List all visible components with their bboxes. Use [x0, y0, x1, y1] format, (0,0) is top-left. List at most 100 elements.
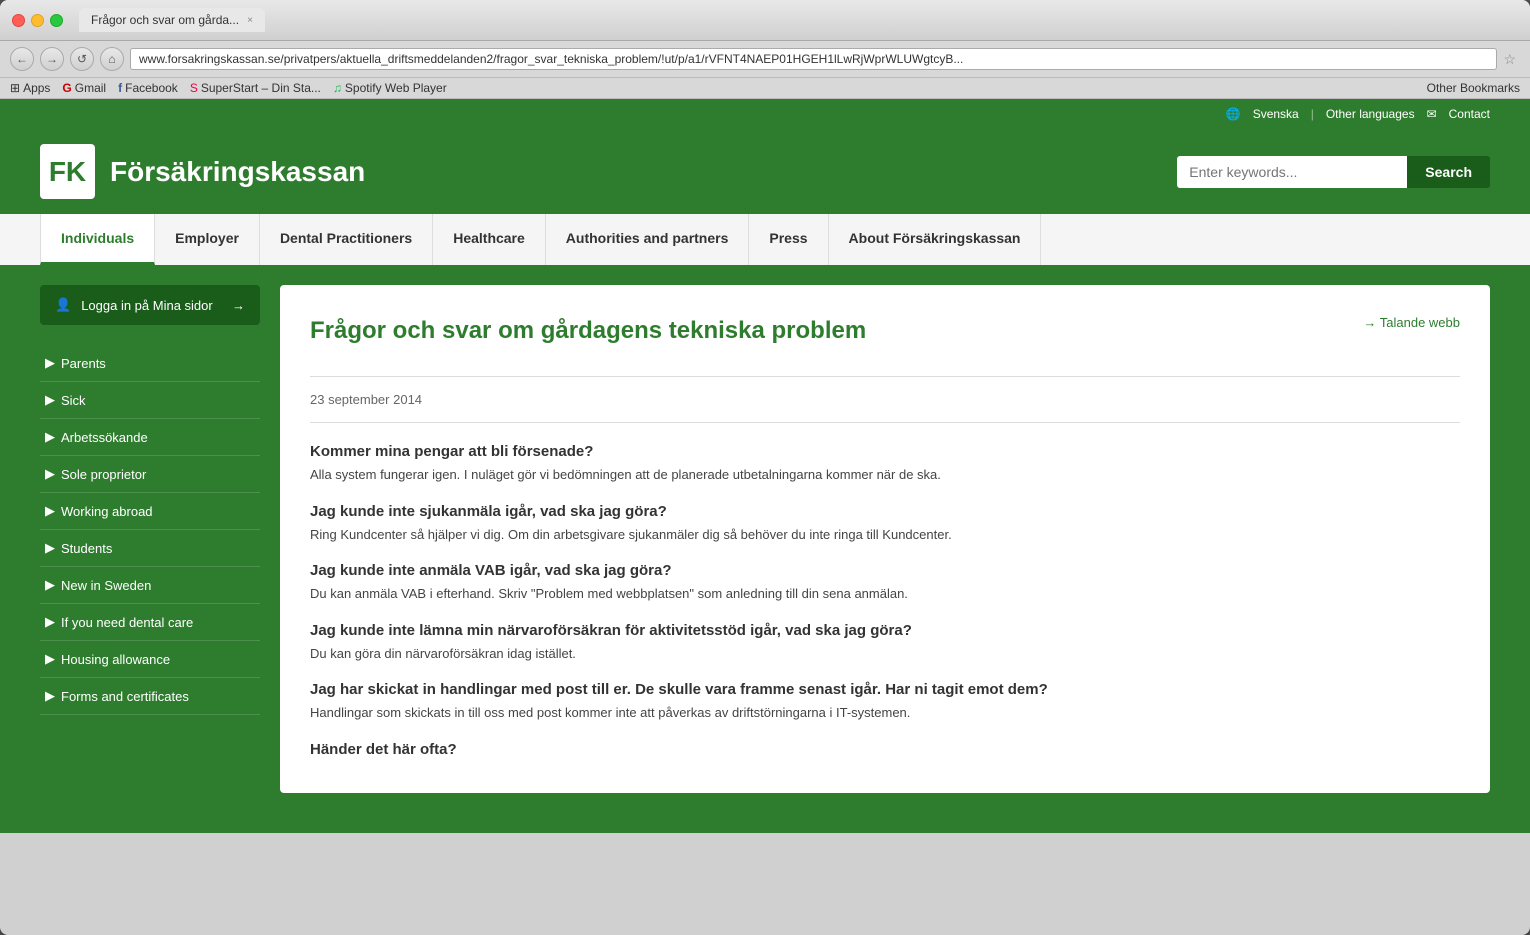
tab-close-button[interactable]: ×: [247, 15, 253, 26]
other-bookmarks-label: Other Bookmarks: [1427, 81, 1520, 95]
chevron-right-icon: ▶: [45, 355, 55, 371]
sidebar-item-working-abroad[interactable]: ▶ Working abroad: [40, 493, 260, 530]
sidebar-item-parents-label: Parents: [61, 356, 106, 371]
sidebar-item-dental-label: If you need dental care: [61, 615, 193, 630]
chevron-right-icon: ▶: [45, 503, 55, 519]
sidebar-item-arbetssokande-label: Arbetssökande: [61, 430, 148, 445]
chevron-right-icon: ▶: [45, 688, 55, 704]
top-bar: 🌐 Svenska | Other languages ✉ Contact: [0, 99, 1530, 129]
login-icon: 👤: [55, 297, 71, 313]
faq-answer-2: Ring Kundcenter så hjälper vi dig. Om di…: [310, 525, 1460, 545]
site-title[interactable]: Försäkringskassan: [110, 156, 365, 188]
bookmark-star-icon[interactable]: ☆: [1503, 51, 1516, 68]
content-wrapper: 👤 Logga in på Mina sidor → ▶ Parents ▶ S…: [0, 265, 1530, 833]
tab-title: Frågor och svar om gårda...: [91, 13, 239, 27]
nav-item-healthcare[interactable]: Healthcare: [433, 214, 546, 265]
search-area: Search: [1177, 156, 1490, 188]
refresh-button[interactable]: ↺: [70, 47, 94, 71]
sidebar-item-sole-proprietor[interactable]: ▶ Sole proprietor: [40, 456, 260, 493]
sidebar-item-arbetssokande[interactable]: ▶ Arbetssökande: [40, 419, 260, 456]
sidebar-item-dental[interactable]: ▶ If you need dental care: [40, 604, 260, 641]
svenska-link[interactable]: Svenska: [1253, 107, 1299, 121]
bookmark-superstart[interactable]: S SuperStart – Din Sta...: [190, 81, 321, 95]
faq-question-2: Jag kunde inte sjukanmäla igår, vad ska …: [310, 503, 1460, 520]
email-icon: ✉: [1427, 107, 1437, 121]
chevron-right-icon: ▶: [45, 577, 55, 593]
faq-question-4: Jag kunde inte lämna min närvaroförsäkra…: [310, 622, 1460, 639]
login-label: Logga in på Mina sidor: [81, 298, 213, 313]
other-bookmarks[interactable]: Other Bookmarks: [1427, 81, 1520, 95]
sidebar-item-students-label: Students: [61, 541, 112, 556]
chevron-right-icon: ▶: [45, 614, 55, 630]
facebook-icon: f: [118, 81, 122, 95]
tab-bar: Frågor och svar om gårda... ×: [79, 8, 1518, 32]
logo-text: FK: [49, 156, 86, 188]
globe-icon: 🌐: [1226, 107, 1241, 121]
chevron-right-icon: ▶: [45, 540, 55, 556]
chevron-right-icon: ▶: [45, 466, 55, 482]
address-bar[interactable]: www.forsakringskassan.se/privatpers/aktu…: [130, 48, 1497, 70]
logo-box: FK: [40, 144, 95, 199]
faq-question-5: Jag har skickat in handlingar med post t…: [310, 681, 1460, 698]
active-tab[interactable]: Frågor och svar om gårda... ×: [79, 8, 265, 32]
nav-item-press[interactable]: Press: [749, 214, 828, 265]
sidebar-item-parents[interactable]: ▶ Parents: [40, 345, 260, 382]
faq-answer-1: Alla system fungerar igen. I nuläget gör…: [310, 465, 1460, 485]
faq-answer-5: Handlingar som skickats in till oss med …: [310, 703, 1460, 723]
apps-icon: ⊞: [10, 81, 20, 95]
sidebar-menu: ▶ Parents ▶ Sick ▶ Arbetssökande ▶ Sole …: [40, 345, 260, 715]
faq-question-1: Kommer mina pengar att bli försenade?: [310, 443, 1460, 460]
chevron-right-icon: ▶: [45, 392, 55, 408]
other-languages-link[interactable]: Other languages: [1326, 107, 1415, 121]
faq-item-2: Jag kunde inte sjukanmäla igår, vad ska …: [310, 503, 1460, 545]
forward-button[interactable]: →: [40, 47, 64, 71]
chevron-right-icon: ▶: [45, 651, 55, 667]
browser-toolbar: ← → ↺ ⌂ www.forsakringskassan.se/privatp…: [0, 41, 1530, 78]
bookmark-gmail[interactable]: G Gmail: [62, 81, 106, 95]
sidebar-item-housing-label: Housing allowance: [61, 652, 170, 667]
search-input[interactable]: [1177, 156, 1407, 188]
login-button[interactable]: 👤 Logga in på Mina sidor →: [40, 285, 260, 325]
close-window-button[interactable]: [12, 14, 25, 27]
website: 🌐 Svenska | Other languages ✉ Contact FK…: [0, 99, 1530, 833]
talande-webb-link[interactable]: → Talande webb: [1363, 315, 1460, 330]
browser-window: Frågor och svar om gårda... × ← → ↺ ⌂ ww…: [0, 0, 1530, 935]
maximize-window-button[interactable]: [50, 14, 63, 27]
search-button[interactable]: Search: [1407, 156, 1490, 188]
spotify-icon: ♫: [333, 81, 342, 95]
main-nav: Individuals Employer Dental Practitioner…: [0, 214, 1530, 265]
sidebar-item-new-in-sweden-label: New in Sweden: [61, 578, 151, 593]
sidebar-item-housing[interactable]: ▶ Housing allowance: [40, 641, 260, 678]
bookmark-spotify[interactable]: ♫ Spotify Web Player: [333, 81, 447, 95]
nav-item-dental[interactable]: Dental Practitioners: [260, 214, 433, 265]
separator-1: |: [1311, 107, 1314, 121]
sidebar-item-sick[interactable]: ▶ Sick: [40, 382, 260, 419]
sidebar-item-forms[interactable]: ▶ Forms and certificates: [40, 678, 260, 715]
bookmark-gmail-label: Gmail: [75, 81, 106, 95]
publication-date: 23 september 2014: [310, 392, 1460, 423]
sidebar-item-new-in-sweden[interactable]: ▶ New in Sweden: [40, 567, 260, 604]
minimize-window-button[interactable]: [31, 14, 44, 27]
home-button[interactable]: ⌂: [100, 47, 124, 71]
faq-question-6: Händer det här ofta?: [310, 741, 1460, 758]
superstart-icon: S: [190, 81, 198, 95]
nav-item-about[interactable]: About Försäkringskassan: [829, 214, 1042, 265]
bookmark-spotify-label: Spotify Web Player: [345, 81, 447, 95]
bookmark-apps[interactable]: ⊞ Apps: [10, 81, 50, 95]
nav-item-individuals[interactable]: Individuals: [40, 214, 155, 265]
faq-item-6: Händer det här ofta?: [310, 741, 1460, 758]
sidebar-item-students[interactable]: ▶ Students: [40, 530, 260, 567]
sidebar-item-working-abroad-label: Working abroad: [61, 504, 153, 519]
login-arrow-icon: →: [232, 298, 245, 313]
nav-item-authorities[interactable]: Authorities and partners: [546, 214, 750, 265]
site-header: FK Försäkringskassan Search: [0, 129, 1530, 214]
back-button[interactable]: ←: [10, 47, 34, 71]
page-title: Frågor och svar om gårdagens tekniska pr…: [310, 315, 866, 346]
logo-area: FK Försäkringskassan: [40, 144, 365, 199]
contact-link[interactable]: Contact: [1449, 107, 1490, 121]
traffic-lights: [12, 14, 63, 27]
bookmark-facebook[interactable]: f Facebook: [118, 81, 178, 95]
sidebar: 👤 Logga in på Mina sidor → ▶ Parents ▶ S…: [40, 285, 260, 793]
nav-item-employer[interactable]: Employer: [155, 214, 260, 265]
sidebar-item-sick-label: Sick: [61, 393, 86, 408]
